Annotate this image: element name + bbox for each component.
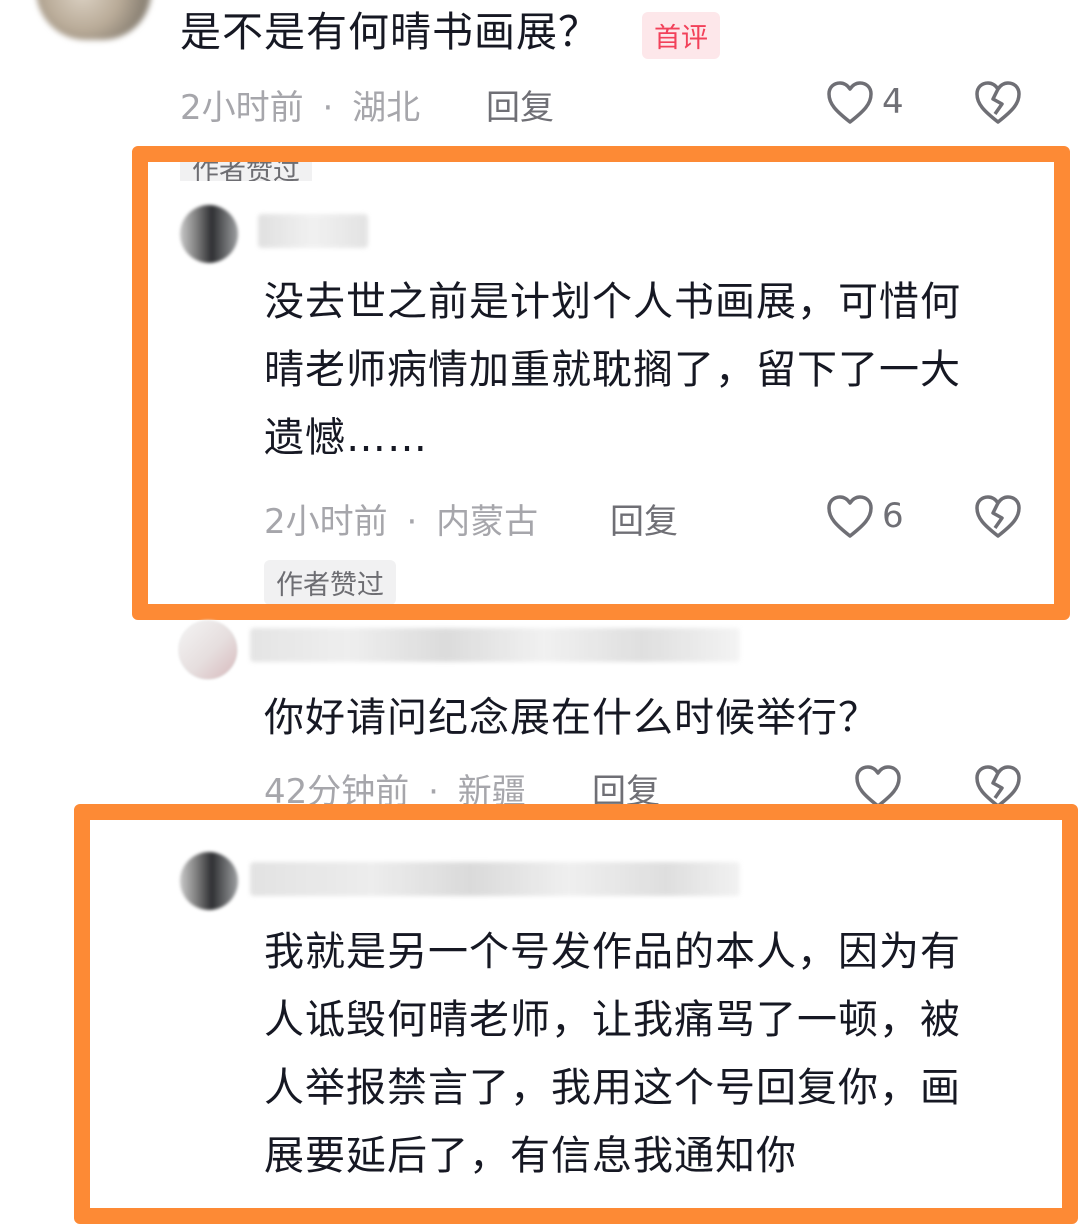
comment-meta: 2小时前 · 湖北 [180, 80, 420, 129]
dislike-icon[interactable] [974, 764, 1022, 810]
username-blurred[interactable] [250, 628, 740, 662]
comment-text-line: 人举报禁言了，我用这个号回复你，画 [264, 1065, 961, 1111]
dislike-icon[interactable] [974, 494, 1022, 540]
comment-text-line: 人诋毁何晴老师，让我痛骂了一顿，被 [264, 997, 961, 1043]
username-blurred[interactable] [250, 862, 740, 896]
comment-text: 是不是有何晴书画展？ [180, 8, 600, 56]
comment-text-line: 遗憾…… [264, 415, 428, 461]
comment-time: 2小时前 [264, 502, 388, 542]
like-count: 6 [882, 496, 904, 536]
username-blurred[interactable] [258, 214, 368, 248]
reply-button[interactable]: 回复 [610, 494, 678, 543]
comment-location: 内蒙古 [436, 502, 539, 542]
avatar[interactable] [180, 205, 238, 263]
like-icon[interactable] [854, 764, 902, 810]
comment-text: 你好请问纪念展在什么时候举行？ [264, 695, 879, 741]
comment-meta: 42分钟前 · 新疆 [264, 764, 526, 813]
author-liked-tag: 作者赞过 [264, 560, 396, 605]
reply-button[interactable]: 回复 [486, 80, 554, 129]
comment-time: 2小时前 [180, 88, 304, 128]
comment-text: 我就是另一个号发作品的本人，因为有 人诋毁何晴老师，让我痛骂了一顿，被 人举报禁… [264, 918, 1044, 1190]
dislike-icon[interactable] [974, 80, 1022, 126]
avatar[interactable] [178, 620, 238, 680]
comment-location: 湖北 [352, 88, 421, 128]
comment-location: 新疆 [457, 772, 526, 812]
like-icon[interactable] [826, 494, 874, 540]
like-icon[interactable] [826, 80, 874, 126]
first-comment-badge: 首评 [642, 12, 720, 59]
comment-meta: 2小时前 · 内蒙古 [264, 494, 538, 543]
meta-separator: · [406, 502, 418, 542]
comment-text-line: 晴老师病情加重就耽搁了，留下了一大 [264, 347, 961, 393]
author-liked-tag: 作者赞过 [180, 146, 312, 181]
comment-text: 没去世之前是计划个人书画展，可惜何 晴老师病情加重就耽搁了，留下了一大 遗憾…… [264, 268, 1044, 472]
avatar[interactable] [36, 0, 152, 40]
avatar[interactable] [180, 852, 238, 910]
like-count: 4 [882, 82, 904, 122]
meta-separator: · [322, 88, 334, 128]
comment-time: 42分钟前 [264, 772, 410, 812]
comment-text-line: 展要延后了，有信息我通知你 [264, 1133, 797, 1179]
comment-text-line: 我就是另一个号发作品的本人，因为有 [264, 929, 961, 975]
comment-text-line: 没去世之前是计划个人书画展，可惜何 [264, 279, 961, 325]
meta-separator: · [428, 772, 439, 812]
reply-button[interactable]: 回复 [592, 764, 660, 813]
